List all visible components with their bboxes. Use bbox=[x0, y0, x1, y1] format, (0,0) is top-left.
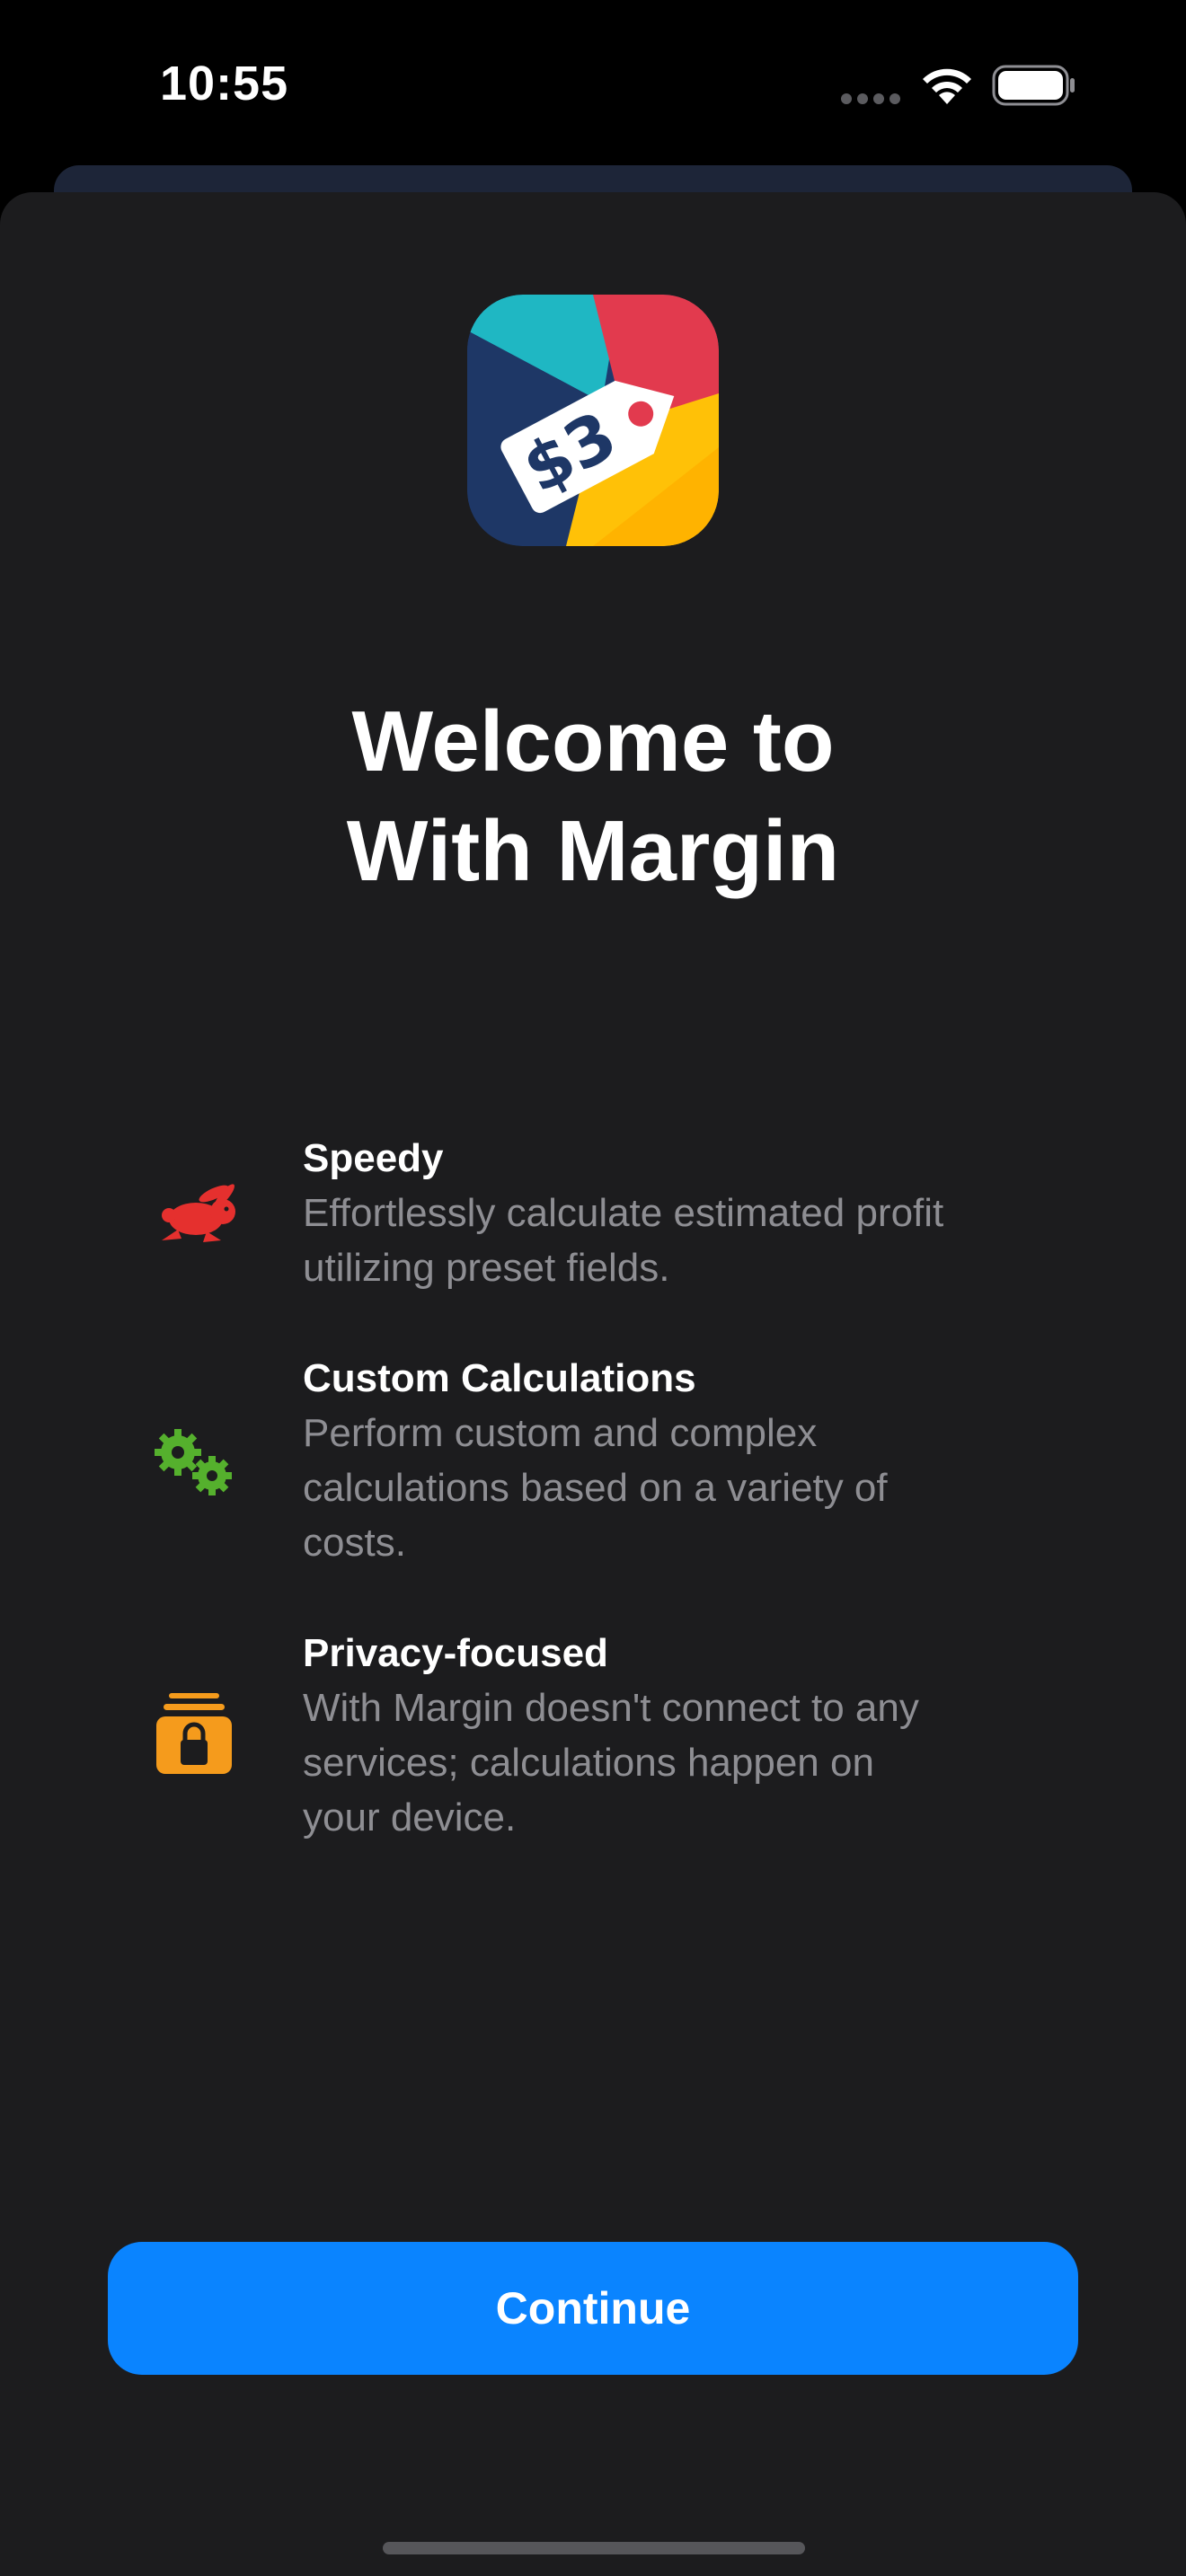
feature-description: Effortlessly calculate estimated profit … bbox=[303, 1186, 1022, 1295]
feature-description-line: calculations based on a variety of bbox=[303, 1466, 888, 1510]
status-bar: 10:55 bbox=[0, 0, 1186, 171]
feature-description-line: With Margin doesn't connect to any bbox=[303, 1686, 919, 1730]
feature-title: Speedy bbox=[303, 1136, 444, 1180]
gears-icon bbox=[155, 1429, 232, 1495]
feature-description: Perform custom and complex calculations … bbox=[303, 1406, 1022, 1570]
cellular-signal-icon bbox=[841, 93, 900, 104]
app-icon: $3 bbox=[467, 295, 719, 546]
feature-description-line: costs. bbox=[303, 1521, 406, 1565]
title-line-1: Welcome to bbox=[351, 693, 835, 790]
onboarding-screen: 10:55 $3 Welcome to With Margin Speedy E… bbox=[0, 0, 1186, 2576]
battery-icon bbox=[992, 65, 1075, 106]
feature-description-line: services; calculations happen on bbox=[303, 1741, 874, 1785]
feature-description-line: Perform custom and complex bbox=[303, 1411, 818, 1455]
wifi-icon bbox=[923, 68, 971, 104]
feature-title: Custom Calculations bbox=[303, 1356, 696, 1400]
page-title: Welcome to With Margin bbox=[0, 687, 1186, 906]
home-indicator[interactable] bbox=[383, 2542, 805, 2554]
lock-archive-icon bbox=[156, 1693, 232, 1774]
title-line-2: With Margin bbox=[346, 803, 840, 899]
feature-description-line: utilizing preset fields. bbox=[303, 1246, 670, 1290]
feature-description: With Margin doesn't connect to any servi… bbox=[303, 1681, 1022, 1845]
feature-title: Privacy-focused bbox=[303, 1631, 608, 1675]
feature-description-line: your device. bbox=[303, 1795, 517, 1839]
feature-description-line: Effortlessly calculate estimated profit bbox=[303, 1191, 944, 1235]
rabbit-icon bbox=[162, 1184, 235, 1242]
status-time: 10:55 bbox=[160, 57, 289, 110]
continue-button[interactable]: Continue bbox=[108, 2242, 1078, 2375]
